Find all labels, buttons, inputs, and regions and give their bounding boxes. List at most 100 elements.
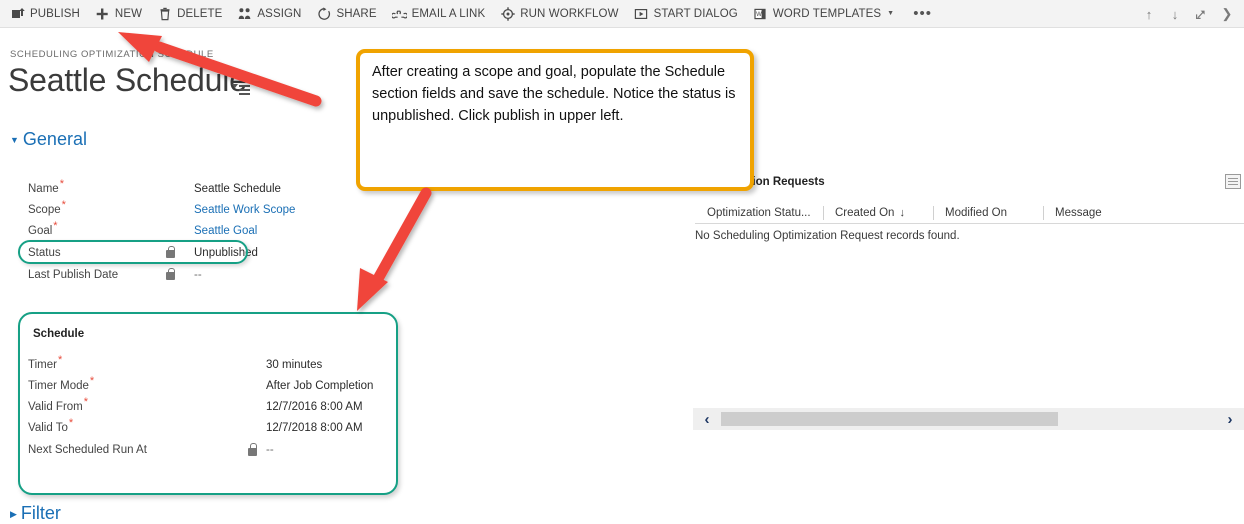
subgrid-view-selector-icon[interactable]: [1225, 174, 1241, 189]
share-label: SHARE: [336, 7, 377, 20]
command-bar: PUBLISH NEW DELETE ASSIGN SHARE EMAIL A …: [0, 0, 1244, 28]
field-row-next-scheduled-run-at: Next Scheduled Run At --: [28, 440, 388, 460]
field-label-last-publish-date: Last Publish Date: [28, 268, 119, 281]
column-header-message[interactable]: Message: [1043, 205, 1223, 221]
subgrid-empty-message: No Scheduling Optimization Request recor…: [695, 230, 960, 242]
field-label-goal: Goal*: [28, 219, 58, 237]
email-a-link-label: EMAIL A LINK: [411, 7, 486, 20]
column-header-optimization-status[interactable]: Optimization Statu...: [695, 205, 823, 221]
breadcrumb: SCHEDULING OPTIMIZATION SCHEDULE: [10, 49, 214, 60]
lock-icon: [166, 267, 176, 280]
crm-record-form: PUBLISH NEW DELETE ASSIGN SHARE EMAIL A …: [0, 0, 1244, 524]
field-row-goal: Goal* Seattle Goal: [28, 220, 358, 241]
pop-out-icon[interactable]: [1188, 0, 1214, 28]
field-value-status: Unpublished: [194, 246, 258, 259]
field-value-scope[interactable]: Seattle Work Scope: [194, 204, 295, 216]
play-box-icon: [634, 6, 649, 21]
subgrid-horizontal-scrollbar[interactable]: ‹ ›: [693, 408, 1244, 430]
page-title: Seattle Schedule: [8, 62, 247, 98]
field-row-valid-to: Valid To* 12/7/2018 8:00 AM: [28, 418, 388, 438]
word-templates-label: WORD TEMPLATES: [772, 7, 882, 20]
field-label-timer: Timer*: [28, 354, 63, 371]
field-value-goal[interactable]: Seattle Goal: [194, 225, 257, 237]
field-label-next-scheduled-run-at: Next Scheduled Run At: [28, 444, 147, 456]
scroll-right-icon[interactable]: ›: [1216, 412, 1244, 427]
new-button[interactable]: NEW: [89, 0, 151, 28]
link-chain-icon: [391, 6, 407, 21]
plus-icon: [95, 6, 110, 21]
assign-button[interactable]: ASSIGN: [231, 0, 310, 28]
field-value-valid-to[interactable]: 12/7/2018 8:00 AM: [266, 422, 363, 434]
optimization-requests-subgrid: Optimization Requests Optimization Statu…: [690, 172, 1244, 432]
schedule-section-title: Schedule: [33, 328, 85, 340]
section-header-general-label: General: [22, 129, 87, 149]
field-lock-slot-status: [166, 245, 194, 258]
run-workflow-label: RUN WORKFLOW: [520, 7, 619, 20]
column-header-modified-on[interactable]: Modified On: [933, 205, 1043, 221]
field-label-scope: Scope*: [28, 198, 66, 216]
field-value-timer[interactable]: 30 minutes: [266, 359, 322, 371]
command-overflow-button[interactable]: •••: [903, 6, 942, 21]
publish-button[interactable]: PUBLISH: [4, 0, 89, 28]
field-value-valid-from[interactable]: 12/7/2016 8:00 AM: [266, 401, 363, 413]
field-row-name: Name* Seattle Schedule: [28, 178, 358, 199]
trash-icon: [157, 6, 172, 21]
share-circle-icon: [316, 6, 331, 21]
field-value-next-scheduled-run-at: --: [266, 444, 274, 456]
delete-label: DELETE: [177, 7, 223, 20]
field-row-timer: Timer* 30 minutes: [28, 355, 388, 375]
scroll-left-icon[interactable]: ‹: [693, 412, 721, 427]
subgrid-header-row: Optimization Statu... Created On ↓ Modifi…: [695, 202, 1244, 224]
expand-triangle-icon: ▶: [10, 508, 17, 519]
delete-button[interactable]: DELETE: [151, 0, 231, 28]
run-workflow-button[interactable]: RUN WORKFLOW: [494, 0, 627, 28]
field-label-timer-mode: Timer Mode*: [28, 375, 95, 392]
field-label-status: Status: [28, 246, 61, 259]
field-lock-slot-next-scheduled-run-at: [248, 443, 266, 456]
lock-icon: [166, 245, 176, 258]
field-value-name[interactable]: Seattle Schedule: [194, 183, 281, 195]
svg-text:W: W: [756, 12, 762, 18]
field-value-timer-mode[interactable]: After Job Completion: [266, 380, 373, 392]
command-bar-items: PUBLISH NEW DELETE ASSIGN SHARE EMAIL A …: [0, 0, 942, 28]
workflow-gear-icon: [500, 6, 515, 21]
record-set-menu-icon[interactable]: [232, 84, 250, 100]
column-header-created-on[interactable]: Created On ↓: [823, 205, 933, 221]
word-templates-button[interactable]: W WORD TEMPLATES ▼: [747, 0, 903, 28]
publish-upload-icon: [10, 6, 25, 21]
publish-label: PUBLISH: [30, 7, 80, 20]
collapse-triangle-icon: ▼: [10, 135, 19, 146]
scrollbar-track[interactable]: [721, 412, 1216, 426]
field-row-status: Status Unpublished: [28, 242, 358, 263]
email-a-link-button[interactable]: EMAIL A LINK: [386, 0, 495, 28]
assign-label: ASSIGN: [257, 7, 302, 20]
chevron-right-icon[interactable]: ❯: [1214, 0, 1240, 28]
section-header-filter[interactable]: ▶ Filter: [10, 503, 61, 524]
assign-people-icon: [237, 6, 252, 21]
field-row-scope: Scope* Seattle Work Scope: [28, 199, 358, 220]
annotation-callout-box: After creating a scope and goal, populat…: [356, 49, 754, 191]
section-header-general[interactable]: ▼ General: [10, 129, 87, 150]
share-button[interactable]: SHARE: [310, 0, 385, 28]
field-lock-slot-last-publish-date: [166, 267, 194, 280]
field-label-valid-to: Valid To*: [28, 417, 74, 434]
command-bar-right-icons: ↑ ↓ ❯: [1136, 0, 1240, 28]
chevron-down-icon: ▼: [887, 10, 895, 17]
field-row-valid-from: Valid From* 12/7/2016 8:00 AM: [28, 397, 388, 417]
field-value-last-publish-date: --: [194, 268, 202, 281]
sort-descending-icon: ↓: [899, 206, 905, 219]
arrow-down-icon[interactable]: ↓: [1162, 0, 1188, 28]
lock-icon: [248, 443, 258, 456]
annotation-callout-text: After creating a scope and goal, populat…: [372, 64, 736, 124]
arrow-up-icon[interactable]: ↑: [1136, 0, 1162, 28]
start-dialog-button[interactable]: START DIALOG: [628, 0, 747, 28]
field-row-last-publish-date: Last Publish Date --: [28, 264, 358, 285]
field-label-name: Name*: [28, 177, 64, 195]
scrollbar-thumb[interactable]: [721, 412, 1058, 426]
annotation-arrow-to-schedule: [357, 187, 432, 311]
section-header-filter-label: Filter: [20, 503, 61, 523]
start-dialog-label: START DIALOG: [653, 7, 738, 20]
field-label-valid-from: Valid From*: [28, 396, 89, 413]
new-label: NEW: [114, 7, 143, 20]
word-document-icon: W: [753, 6, 768, 21]
